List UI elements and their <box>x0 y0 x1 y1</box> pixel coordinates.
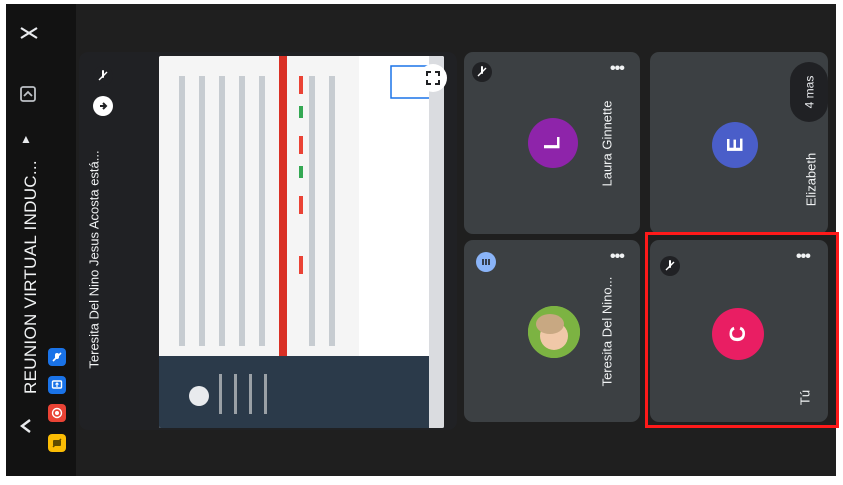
fullscreen-icon[interactable] <box>419 64 447 92</box>
record-icon[interactable] <box>48 404 66 422</box>
participant-name: Elizabeth <box>803 152 819 207</box>
meeting-title[interactable]: REUNION VIRTUAL INDUC... <box>16 134 46 419</box>
layout-icon[interactable] <box>18 22 40 47</box>
more-participants-badge[interactable]: 4 mas <box>790 62 828 122</box>
presenter-label: Teresita Del Nino Jesus Acosta está... <box>86 150 102 369</box>
mic-toggle-icon[interactable] <box>48 348 66 366</box>
side-toolbar: ▲ REUNION VIRTUAL INDUC... <box>6 4 76 476</box>
more-options-icon[interactable]: ••• <box>610 60 625 78</box>
camera-off-icon[interactable] <box>48 434 66 452</box>
participant-name: Laura Ginnette <box>599 100 615 187</box>
pin-icon[interactable] <box>93 96 113 116</box>
participant-tile-teresita[interactable]: ••• Teresita Del Nino... <box>464 240 640 422</box>
presenting-icon <box>476 252 496 272</box>
participant-tile-laura[interactable]: ••• L Laura Ginnette <box>464 52 640 234</box>
presentation-tile[interactable]: Teresita Del Nino Jesus Acosta está... <box>79 52 457 430</box>
screen-share-icon[interactable] <box>48 376 66 394</box>
avatar: E <box>712 122 758 168</box>
highlight-box <box>645 232 839 428</box>
chat-icon[interactable] <box>18 84 38 107</box>
participant-name: Teresita Del Nino... <box>599 276 615 387</box>
mic-off-icon <box>93 66 113 86</box>
participant-tile-elizabeth[interactable]: 4 mas E Elizabeth <box>650 52 828 234</box>
avatar: L <box>528 118 578 168</box>
chevron-left-icon[interactable] <box>16 416 36 439</box>
mic-off-icon <box>472 62 492 82</box>
more-options-icon[interactable]: ••• <box>610 248 625 266</box>
shared-screen <box>159 56 444 428</box>
avatar <box>528 306 580 358</box>
